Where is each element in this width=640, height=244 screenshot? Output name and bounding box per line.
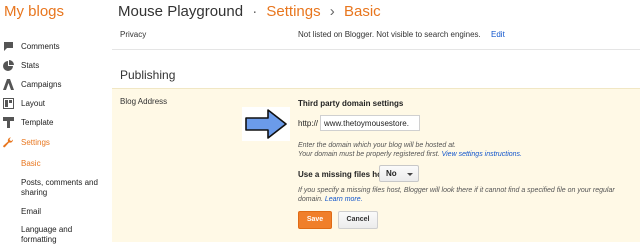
- sidebar-item-template[interactable]: Template: [0, 113, 105, 133]
- missing-files-host-value: No: [386, 169, 397, 178]
- missing-files-help-text: If you specify a missing files host, Blo…: [298, 186, 628, 204]
- top-header: My blogs Mouse Playground · Settings › B…: [0, 0, 640, 28]
- privacy-edit-link[interactable]: Edit: [491, 30, 505, 39]
- breadcrumb-basic: Basic: [343, 3, 381, 20]
- privacy-value: Not listed on Blogger. Not visible to se…: [298, 30, 505, 39]
- privacy-row: Privacy Not listed on Blogger. Not visib…: [112, 28, 640, 50]
- sidebar-item-label: Stats: [21, 61, 40, 70]
- privacy-value-text: Not listed on Blogger. Not visible to se…: [298, 30, 481, 39]
- blogger-settings-page: My blogs Mouse Playground · Settings › B…: [0, 0, 640, 244]
- blog-address-label: Blog Address: [120, 97, 168, 106]
- domain-help-text: Enter the domain which your blog will be…: [298, 141, 628, 159]
- sidebar-item-settings[interactable]: Settings: [0, 133, 105, 153]
- sidebar-item-label: Template: [21, 118, 54, 127]
- settings-main: Privacy Not listed on Blogger. Not visib…: [112, 28, 640, 244]
- blog-address-panel: Blog Address Third party domain settings…: [112, 88, 640, 242]
- privacy-label: Privacy: [120, 30, 147, 39]
- campaigns-icon: [3, 79, 14, 90]
- missing-files-host-select[interactable]: No: [379, 165, 419, 182]
- sidebar-subitem-email[interactable]: Email: [21, 207, 105, 217]
- domain-input[interactable]: www.thetoymousestore.: [320, 115, 420, 131]
- sidebar: Comments Stats Campaigns Layout Template: [0, 28, 105, 244]
- chevron-down-icon: [407, 173, 413, 176]
- sidebar-item-campaigns[interactable]: Campaigns: [0, 75, 105, 95]
- sidebar-subitem-basic[interactable]: Basic: [21, 159, 105, 169]
- publishing-section-title: Publishing: [120, 68, 176, 82]
- sidebar-item-stats[interactable]: Stats: [0, 56, 105, 76]
- breadcrumb-separator: ·: [252, 3, 258, 20]
- sidebar-item-label: Campaigns: [21, 80, 62, 89]
- breadcrumb-settings[interactable]: Settings: [266, 3, 320, 20]
- save-button[interactable]: Save: [298, 211, 332, 229]
- breadcrumb-separator: ›: [329, 3, 335, 20]
- sidebar-item-label: Comments: [21, 42, 60, 51]
- http-prefix-label: http://: [298, 119, 319, 128]
- view-settings-instructions-link[interactable]: View settings instructions.: [442, 151, 522, 158]
- sidebar-subitem-posts-comments-sharing[interactable]: Posts, comments and sharing: [21, 178, 105, 198]
- learn-more-link[interactable]: Learn more.: [325, 196, 363, 203]
- sidebar-item-comments[interactable]: Comments: [0, 37, 105, 57]
- sidebar-item-label: Layout: [21, 99, 46, 108]
- template-icon: [3, 117, 14, 128]
- domain-help-line2: Your domain must be properly registered …: [298, 151, 440, 158]
- third-party-domain-title: Third party domain settings: [298, 99, 404, 108]
- sidebar-item-label: Settings: [21, 138, 50, 147]
- comments-icon: [3, 41, 14, 52]
- my-blogs-link[interactable]: My blogs: [4, 3, 64, 20]
- sidebar-subitem-language-formatting[interactable]: Language and formatting: [21, 225, 105, 244]
- layout-icon: [3, 98, 14, 109]
- pointer-arrow-icon: [242, 107, 290, 141]
- stats-icon: [3, 60, 14, 71]
- wrench-icon: [3, 137, 14, 148]
- sidebar-item-layout[interactable]: Layout: [0, 94, 105, 114]
- blog-name[interactable]: Mouse Playground: [118, 3, 243, 20]
- breadcrumb: Mouse Playground · Settings › Basic: [118, 3, 381, 20]
- cancel-button[interactable]: Cancel: [338, 211, 378, 229]
- domain-help-line1: Enter the domain which your blog will be…: [298, 142, 456, 149]
